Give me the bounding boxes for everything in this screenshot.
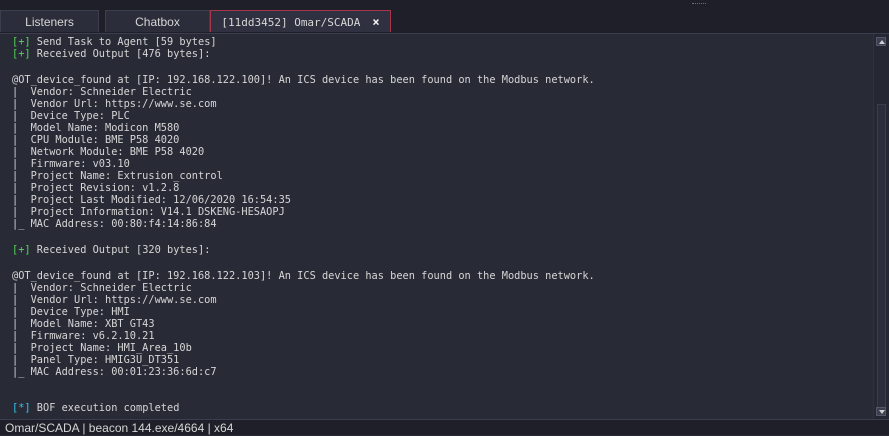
console-line: | Firmware: v03.10: [12, 158, 130, 170]
tab-label: [11dd3452] Omar/SCADA: [221, 16, 361, 29]
console-text: Received Output [320 bytes]:: [30, 244, 211, 256]
console-line: | Project Name: HMI_Area_10b: [12, 342, 192, 354]
console-line: [+] Received Output [320 bytes]:: [12, 244, 210, 256]
console-line: | Device Type: HMI: [12, 306, 130, 318]
console-line: |_ MAC Address: 00:80:f4:14:86:84: [12, 218, 217, 230]
console-tag: [+]: [12, 36, 31, 48]
tab-label: Chatbox: [135, 15, 180, 29]
console-line: | Device Type: PLC: [12, 110, 130, 122]
tab-listeners[interactable]: Listeners: [0, 10, 99, 32]
tab-agent-session[interactable]: [11dd3452] Omar/SCADA ×: [210, 10, 391, 32]
console-line: [*] BOF execution completed: [12, 402, 179, 414]
console-line: | Model Name: XBT GT43: [12, 318, 155, 330]
console-line: | Vendor Url: https://www.se.com: [12, 98, 217, 110]
arrow-down-icon: [879, 410, 885, 414]
console-line: | Network Module: BME P58 4020: [12, 146, 205, 158]
console-line: [+] Received Output [476 bytes]:: [12, 48, 210, 60]
console-text: Received Output [476 bytes]:: [30, 48, 211, 60]
console-line: |_ MAC Address: 00:01:23:36:6d:c7: [12, 366, 217, 378]
scroll-up-button[interactable]: [876, 37, 886, 46]
tab-label: Listeners: [25, 15, 74, 29]
console-line: | Vendor: Schneider Electric: [12, 282, 192, 294]
console-text: Send Task to Agent [59 bytes]: [30, 36, 217, 48]
tab-bar: Listeners Chatbox [11dd3452] Omar/SCADA ×: [0, 8, 889, 34]
drag-grip-icon[interactable]: [692, 3, 706, 6]
scrollbar-thumb[interactable]: [877, 104, 886, 409]
console-output[interactable]: [+] Send Task to Agent [59 bytes] [+] Re…: [0, 34, 873, 419]
console-line: | CPU Module: BME P58 4020: [12, 134, 180, 146]
close-icon[interactable]: ×: [372, 15, 379, 29]
tab-chatbox[interactable]: Chatbox: [105, 10, 210, 32]
console-line: | Project Information: V14.1 DSKENG-HESA…: [12, 206, 285, 218]
console-tag: [+]: [12, 48, 31, 60]
scroll-down-button[interactable]: [876, 407, 886, 416]
console-line: | Model Name: Modicon M580: [12, 122, 180, 134]
vertical-scrollbar[interactable]: [873, 34, 889, 419]
console-line: | Project Last Modified: 12/06/2020 16:5…: [12, 194, 291, 206]
console-tag: [+]: [12, 244, 31, 256]
console-line: | Vendor Url: https://www.se.com: [12, 294, 217, 306]
console-text: BOF execution completed: [30, 402, 180, 414]
console-line: | Panel Type: HMIG3U_DT351: [12, 354, 180, 366]
console-line: | Project Name: Extrusion_control: [12, 170, 223, 182]
console-line: | Firmware: v6.2.10.21: [12, 330, 155, 342]
arrow-up-icon: [879, 40, 885, 44]
title-strip: [0, 0, 889, 8]
console-line: | Vendor: Schneider Electric: [12, 86, 192, 98]
console-tag: [*]: [12, 402, 31, 414]
status-bar: Omar/SCADA | beacon 144.exe/4664 | x64: [0, 419, 889, 435]
console-line: @OT_device_found at [IP: 192.168.122.103…: [12, 270, 595, 282]
console-line: [+] Send Task to Agent [59 bytes]: [12, 36, 217, 48]
console-line: | Project Revision: v1.2.8: [12, 182, 180, 194]
console-line: @OT_device_found at [IP: 192.168.122.100…: [12, 74, 595, 86]
